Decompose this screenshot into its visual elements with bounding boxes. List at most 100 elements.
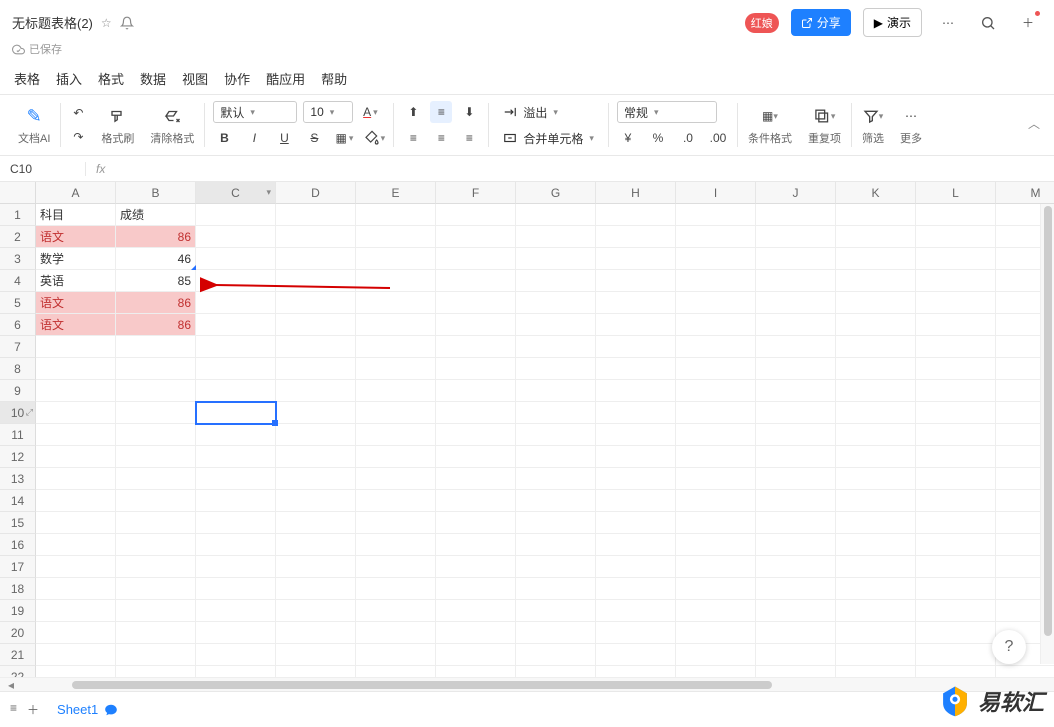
cell-I9[interactable] bbox=[676, 380, 756, 402]
cell-A1[interactable]: 科目 bbox=[36, 204, 116, 226]
valign-top-icon[interactable]: ⬆ bbox=[402, 101, 424, 123]
cell-D9[interactable] bbox=[276, 380, 356, 402]
cell-A19[interactable] bbox=[36, 600, 116, 622]
cell-H19[interactable] bbox=[596, 600, 676, 622]
cell-I16[interactable] bbox=[676, 534, 756, 556]
cell-H14[interactable] bbox=[596, 490, 676, 512]
cell-M22[interactable] bbox=[996, 666, 1054, 677]
cell-C8[interactable] bbox=[196, 358, 276, 380]
dec-up-icon[interactable]: .00 bbox=[707, 127, 729, 149]
cell-A13[interactable] bbox=[36, 468, 116, 490]
cell-D20[interactable] bbox=[276, 622, 356, 644]
cell-D17[interactable] bbox=[276, 556, 356, 578]
cell-H11[interactable] bbox=[596, 424, 676, 446]
cell-B12[interactable] bbox=[116, 446, 196, 468]
cell-K1[interactable] bbox=[836, 204, 916, 226]
cell-I7[interactable] bbox=[676, 336, 756, 358]
cell-H21[interactable] bbox=[596, 644, 676, 666]
cell-B2[interactable]: 86 bbox=[116, 226, 196, 248]
cell-C12[interactable] bbox=[196, 446, 276, 468]
sheet-tab[interactable]: Sheet1 bbox=[51, 698, 124, 721]
cell-J19[interactable] bbox=[756, 600, 836, 622]
cell-L2[interactable] bbox=[916, 226, 996, 248]
cell-F12[interactable] bbox=[436, 446, 516, 468]
cell-E16[interactable] bbox=[356, 534, 436, 556]
cell-F9[interactable] bbox=[436, 380, 516, 402]
cell-G19[interactable] bbox=[516, 600, 596, 622]
cell-B8[interactable] bbox=[116, 358, 196, 380]
cell-H10[interactable] bbox=[596, 402, 676, 424]
col-header-F[interactable]: F bbox=[436, 182, 516, 204]
cell-C2[interactable] bbox=[196, 226, 276, 248]
percent-icon[interactable]: % bbox=[647, 127, 669, 149]
cell-J16[interactable] bbox=[756, 534, 836, 556]
col-header-B[interactable]: B bbox=[116, 182, 196, 204]
present-button[interactable]: ▶ 演示 bbox=[863, 8, 922, 37]
cell-L21[interactable] bbox=[916, 644, 996, 666]
cell-K13[interactable] bbox=[836, 468, 916, 490]
cell-H1[interactable] bbox=[596, 204, 676, 226]
cell-F16[interactable] bbox=[436, 534, 516, 556]
cell-H12[interactable] bbox=[596, 446, 676, 468]
col-header-K[interactable]: K bbox=[836, 182, 916, 204]
share-button[interactable]: 分享 bbox=[791, 9, 851, 36]
col-header-E[interactable]: E bbox=[356, 182, 436, 204]
row-header-17[interactable]: 17 bbox=[0, 556, 36, 578]
cell-B6[interactable]: 86 bbox=[116, 314, 196, 336]
cell-B9[interactable] bbox=[116, 380, 196, 402]
cell-E13[interactable] bbox=[356, 468, 436, 490]
cell-J21[interactable] bbox=[756, 644, 836, 666]
col-header-D[interactable]: D bbox=[276, 182, 356, 204]
cell-H20[interactable] bbox=[596, 622, 676, 644]
col-header-H[interactable]: H bbox=[596, 182, 676, 204]
cell-B14[interactable] bbox=[116, 490, 196, 512]
cell-L12[interactable] bbox=[916, 446, 996, 468]
cell-K7[interactable] bbox=[836, 336, 916, 358]
cell-J18[interactable] bbox=[756, 578, 836, 600]
cell-L1[interactable] bbox=[916, 204, 996, 226]
col-header-M[interactable]: M bbox=[996, 182, 1054, 204]
duplicate-icon[interactable]: ▾ bbox=[813, 105, 835, 127]
add-sheet-icon[interactable]: ＋ bbox=[27, 701, 39, 718]
font-select[interactable]: 默认▾ bbox=[213, 101, 297, 123]
align-left-icon[interactable]: ≡ bbox=[402, 127, 424, 149]
cell-J10[interactable] bbox=[756, 402, 836, 424]
cell-L16[interactable] bbox=[916, 534, 996, 556]
cell-E2[interactable] bbox=[356, 226, 436, 248]
col-header-L[interactable]: L bbox=[916, 182, 996, 204]
cell-G6[interactable] bbox=[516, 314, 596, 336]
cell-K6[interactable] bbox=[836, 314, 916, 336]
cell-J5[interactable] bbox=[756, 292, 836, 314]
row-header-7[interactable]: 7 bbox=[0, 336, 36, 358]
row-header-14[interactable]: 14 bbox=[0, 490, 36, 512]
cell-G11[interactable] bbox=[516, 424, 596, 446]
number-format-select[interactable]: 常规▾ bbox=[617, 101, 717, 123]
cell-D22[interactable] bbox=[276, 666, 356, 677]
cell-C13[interactable] bbox=[196, 468, 276, 490]
cell-E14[interactable] bbox=[356, 490, 436, 512]
cell-B3[interactable]: 46 bbox=[116, 248, 196, 270]
search-icon[interactable] bbox=[974, 9, 1002, 37]
vertical-scrollbar[interactable] bbox=[1040, 204, 1054, 664]
cell-C15[interactable] bbox=[196, 512, 276, 534]
cell-H3[interactable] bbox=[596, 248, 676, 270]
horizontal-scrollbar[interactable]: ◂ bbox=[0, 677, 1054, 691]
cell-A7[interactable] bbox=[36, 336, 116, 358]
cell-I20[interactable] bbox=[676, 622, 756, 644]
menu-view[interactable]: 视图 bbox=[182, 69, 208, 88]
row-header-10[interactable]: 10⤢ bbox=[0, 402, 36, 424]
cell-E21[interactable] bbox=[356, 644, 436, 666]
cell-B19[interactable] bbox=[116, 600, 196, 622]
cell-F11[interactable] bbox=[436, 424, 516, 446]
cell-F15[interactable] bbox=[436, 512, 516, 534]
cell-K15[interactable] bbox=[836, 512, 916, 534]
cell-F3[interactable] bbox=[436, 248, 516, 270]
cell-F1[interactable] bbox=[436, 204, 516, 226]
docai-icon[interactable]: ✎ bbox=[23, 105, 45, 127]
row-header-3[interactable]: 3 bbox=[0, 248, 36, 270]
cell-J17[interactable] bbox=[756, 556, 836, 578]
cell-C6[interactable] bbox=[196, 314, 276, 336]
cell-J9[interactable] bbox=[756, 380, 836, 402]
cell-E22[interactable] bbox=[356, 666, 436, 677]
cell-G1[interactable] bbox=[516, 204, 596, 226]
